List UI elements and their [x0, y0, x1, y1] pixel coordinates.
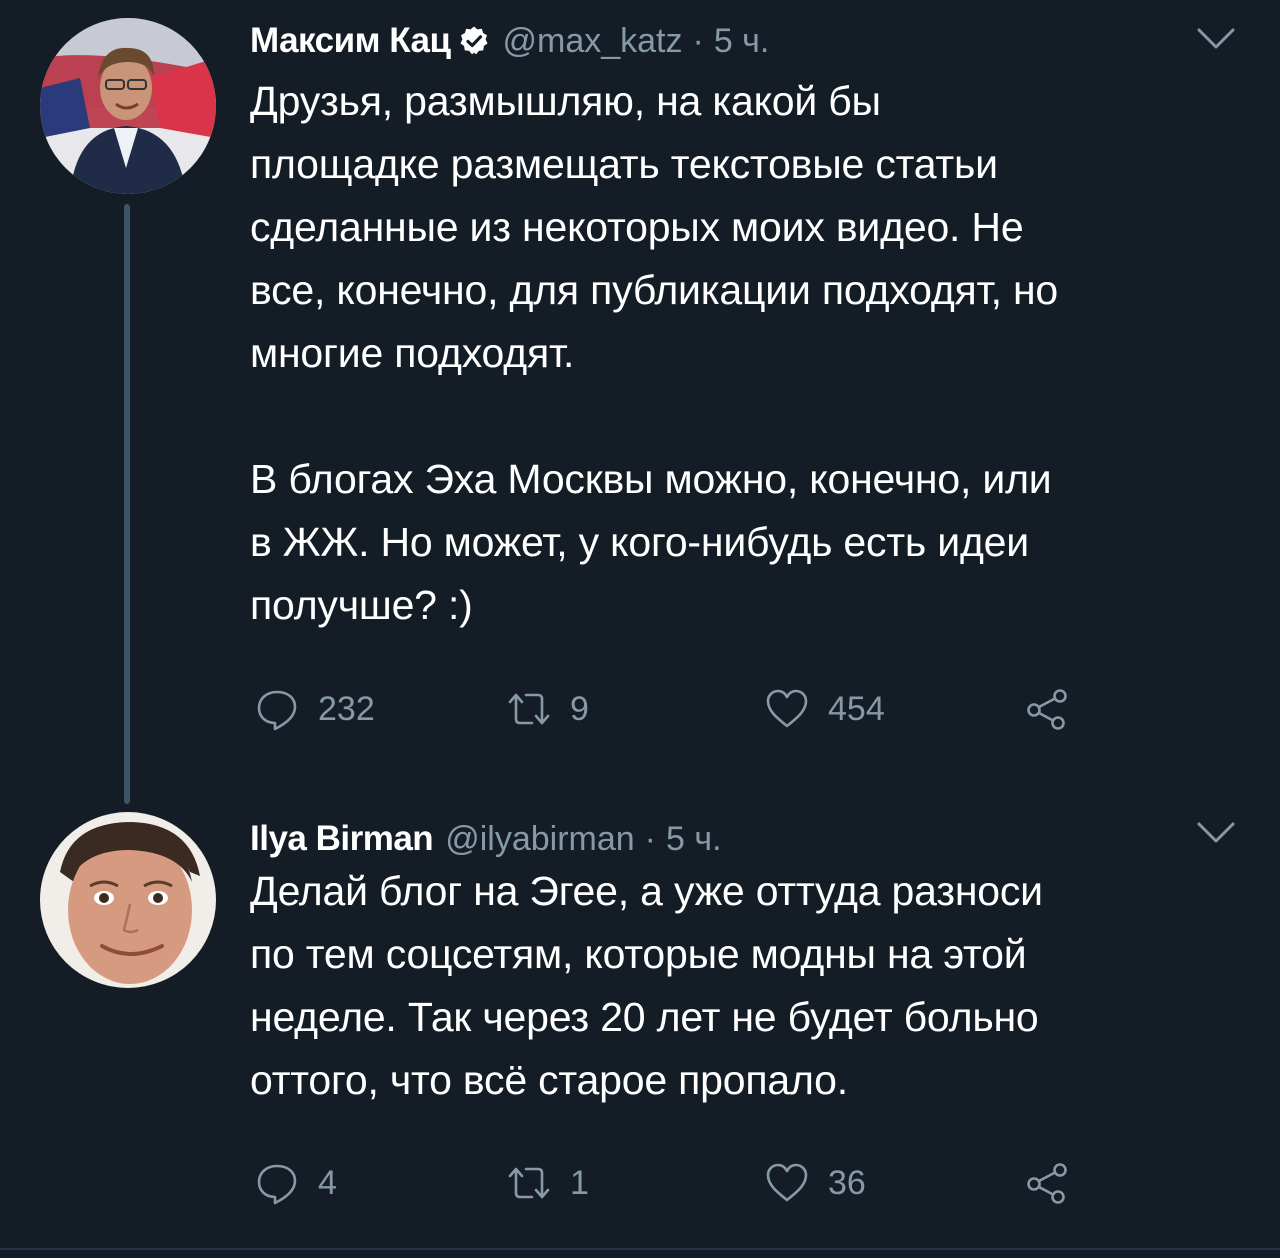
author-handle[interactable]: @max_katz: [502, 22, 682, 61]
retweet-icon: [506, 686, 552, 732]
tweet[interactable]: Максим Кац @max_katz · 5 ч. Друзья, разм…: [0, 0, 1280, 804]
thread-connector-line: [124, 204, 130, 804]
share-button[interactable]: [1024, 684, 1070, 734]
avatar[interactable]: [40, 812, 216, 988]
avatar-photo: [40, 18, 216, 194]
reply-button[interactable]: 232: [254, 684, 375, 734]
author-name[interactable]: Ilya Birman: [250, 819, 434, 859]
header-separator: ·: [692, 21, 704, 60]
retweet-count: 9: [570, 689, 589, 728]
tweet-text: Друзья, размышляю, на какой бы площадке …: [250, 78, 1059, 628]
author-handle[interactable]: @ilyabirman: [445, 820, 634, 859]
reply-icon: [254, 686, 300, 732]
chevron-down-icon[interactable]: [1196, 26, 1236, 52]
avatar[interactable]: [40, 18, 216, 194]
retweet-button[interactable]: 1: [506, 1158, 589, 1208]
tweet-timestamp[interactable]: 5 ч.: [666, 820, 722, 859]
tweet-header: Ilya Birman @ilyabirman · 5 ч.: [250, 814, 722, 864]
tweet-text: Делай блог на Эгее, а уже оттуда разноси…: [250, 868, 1043, 1103]
retweet-icon: [506, 1160, 552, 1206]
like-count: 454: [828, 689, 885, 728]
reply-icon: [254, 1160, 300, 1206]
avatar-photo: [40, 812, 216, 988]
tweet-header: Максим Кац @max_katz · 5 ч.: [250, 16, 769, 66]
verified-badge-icon: [458, 25, 490, 57]
like-count: 36: [828, 1163, 866, 1202]
reply-button[interactable]: 4: [254, 1158, 337, 1208]
header-separator: ·: [644, 819, 656, 858]
tweet[interactable]: Ilya Birman @ilyabirman · 5 ч. Делай бло…: [0, 790, 1280, 1250]
share-icon: [1024, 686, 1070, 732]
retweet-button[interactable]: 9: [506, 684, 589, 734]
share-button[interactable]: [1024, 1158, 1070, 1208]
heart-icon: [764, 686, 810, 732]
divider: [0, 1248, 1280, 1250]
like-button[interactable]: 454: [764, 684, 885, 734]
author-name[interactable]: Максим Кац: [250, 21, 451, 61]
chevron-down-icon[interactable]: [1196, 820, 1236, 846]
heart-icon: [764, 1160, 810, 1206]
share-icon: [1024, 1160, 1070, 1206]
reply-count: 232: [318, 689, 375, 728]
tweet-timestamp[interactable]: 5 ч.: [714, 22, 770, 61]
reply-count: 4: [318, 1163, 337, 1202]
like-button[interactable]: 36: [764, 1158, 866, 1208]
retweet-count: 1: [570, 1163, 589, 1202]
